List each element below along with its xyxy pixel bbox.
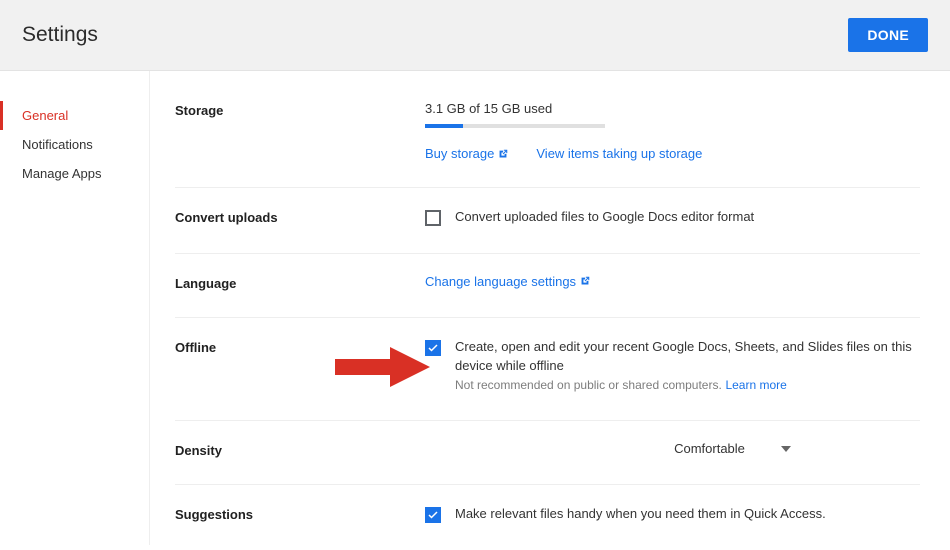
section-storage: Storage 3.1 GB of 15 GB used Buy storage… [175,96,920,188]
suggestions-checkbox[interactable] [425,507,441,523]
section-offline: Offline Create, open and edit your recen… [175,318,920,422]
section-label: Suggestions [175,505,425,522]
header: Settings DONE [0,0,950,71]
section-label: Language [175,274,425,291]
main: Storage 3.1 GB of 15 GB used Buy storage… [150,71,950,545]
section-label: Convert uploads [175,208,425,225]
sidebar-item-notifications[interactable]: Notifications [0,130,149,159]
section-language: Language Change language settings [175,254,920,318]
suggestions-checkbox-label: Make relevant files handy when you need … [455,505,826,524]
density-value: Comfortable [674,441,745,456]
section-convert: Convert uploads Convert uploaded files t… [175,188,920,254]
external-link-icon [580,276,590,286]
convert-checkbox-label: Convert uploaded files to Google Docs ed… [455,208,754,227]
sidebar-item-general[interactable]: General [0,101,149,130]
section-label: Storage [175,101,425,118]
sidebar-item-label: General [22,108,68,123]
section-suggestions: Suggestions Make relevant files handy wh… [175,485,920,524]
sidebar-item-manage-apps[interactable]: Manage Apps [0,159,149,188]
offline-checkbox-label: Create, open and edit your recent Google… [455,338,920,376]
buy-storage-link[interactable]: Buy storage [425,146,508,161]
change-language-link[interactable]: Change language settings [425,274,590,289]
sidebar: General Notifications Manage Apps [0,71,150,545]
offline-checkbox[interactable] [425,340,441,356]
storage-bar [425,124,605,128]
page-title: Settings [22,23,98,47]
density-select[interactable]: Comfortable [425,441,920,456]
section-label: Density [175,441,425,458]
section-density: Density Comfortable [175,421,920,485]
convert-checkbox[interactable] [425,210,441,226]
section-label: Offline [175,338,425,355]
done-button[interactable]: DONE [848,18,928,52]
sidebar-item-label: Manage Apps [22,166,102,181]
external-link-icon [498,149,508,159]
offline-hint: Not recommended on public or shared comp… [455,378,722,392]
sidebar-item-label: Notifications [22,137,93,152]
storage-bar-fill [425,124,463,128]
learn-more-link[interactable]: Learn more [725,377,786,394]
view-items-link[interactable]: View items taking up storage [536,146,702,161]
storage-usage-text: 3.1 GB of 15 GB used [425,101,920,116]
chevron-down-icon [781,446,791,452]
